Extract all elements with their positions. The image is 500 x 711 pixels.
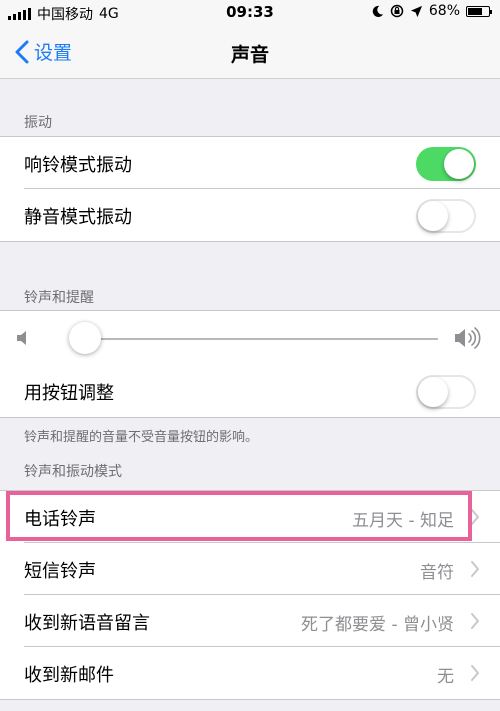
ring-vibrate-row: 响铃模式振动: [0, 137, 500, 189]
patterns-group: 电话铃声 五月天 - 知足 短信铃声 音符 收到新语音留言 死了都要爱 - 曾小…: [0, 490, 500, 700]
speaker-low-icon: [17, 331, 26, 345]
ring-vibrate-toggle[interactable]: [416, 147, 476, 181]
speaker-high-icon: [455, 327, 481, 349]
location-icon: [410, 5, 422, 17]
new-voicemail-label: 收到新语音留言: [24, 613, 150, 634]
new-mail-value: 无: [437, 667, 454, 687]
ringtone-label: 电话铃声: [24, 509, 96, 530]
chevron-right-icon: [471, 561, 479, 577]
change-with-buttons-toggle[interactable]: [416, 375, 476, 409]
chevron-right-icon: [471, 665, 479, 681]
battery-icon: [466, 5, 492, 17]
status-bar: 中国移动 4G 09:33 68%: [0, 0, 500, 26]
change-with-buttons-row: 用按钮调整: [0, 365, 500, 417]
page-title: 声音: [230, 44, 269, 66]
battery-percent: 68%: [428, 3, 460, 19]
silent-vibrate-row: 静音模式振动: [0, 189, 500, 241]
volume-slider-track[interactable]: [74, 338, 438, 340]
ringtone-value: 五月天 - 知足: [352, 511, 454, 531]
vibration-group: 响铃模式振动 静音模式振动: [0, 136, 500, 242]
moon-icon: [372, 5, 383, 17]
ringtone-row[interactable]: 电话铃声 五月天 - 知足: [0, 491, 500, 543]
ringer-group: 用按钮调整: [0, 310, 500, 418]
text-tone-label: 短信铃声: [24, 561, 96, 582]
battery-fill: [468, 7, 482, 15]
change-with-buttons-label: 用按钮调整: [24, 383, 114, 404]
text-tone-value: 音符: [420, 563, 454, 583]
section-header-patterns: 铃声和振动模式: [24, 464, 122, 480]
new-voicemail-value: 死了都要爱 - 曾小贤: [301, 615, 454, 635]
toggle-knob: [444, 149, 474, 179]
section-header-ringer: 铃声和提醒: [24, 290, 94, 306]
chevron-right-icon: [471, 613, 479, 629]
toggle-knob: [418, 201, 448, 231]
section-header-vibration: 振动: [24, 115, 52, 131]
ring-vibrate-label: 响铃模式振动: [24, 155, 132, 176]
new-voicemail-row[interactable]: 收到新语音留言 死了都要爱 - 曾小贤: [0, 595, 500, 647]
volume-slider-thumb[interactable]: [68, 322, 101, 354]
rotation-lock-icon: [390, 4, 404, 18]
silent-vibrate-toggle[interactable]: [416, 199, 476, 233]
new-mail-row[interactable]: 收到新邮件 无: [0, 647, 500, 699]
ringer-footer-note: 铃声和提醒的音量不受音量按钮的影响。: [24, 430, 259, 445]
navigation-bar: 设置 声音: [0, 26, 500, 79]
toggle-knob: [418, 377, 448, 407]
new-mail-label: 收到新邮件: [24, 665, 114, 686]
text-tone-row[interactable]: 短信铃声 音符: [0, 543, 500, 595]
volume-slider-row: [0, 311, 500, 365]
silent-vibrate-label: 静音模式振动: [24, 207, 132, 228]
chevron-right-icon: [471, 509, 479, 525]
